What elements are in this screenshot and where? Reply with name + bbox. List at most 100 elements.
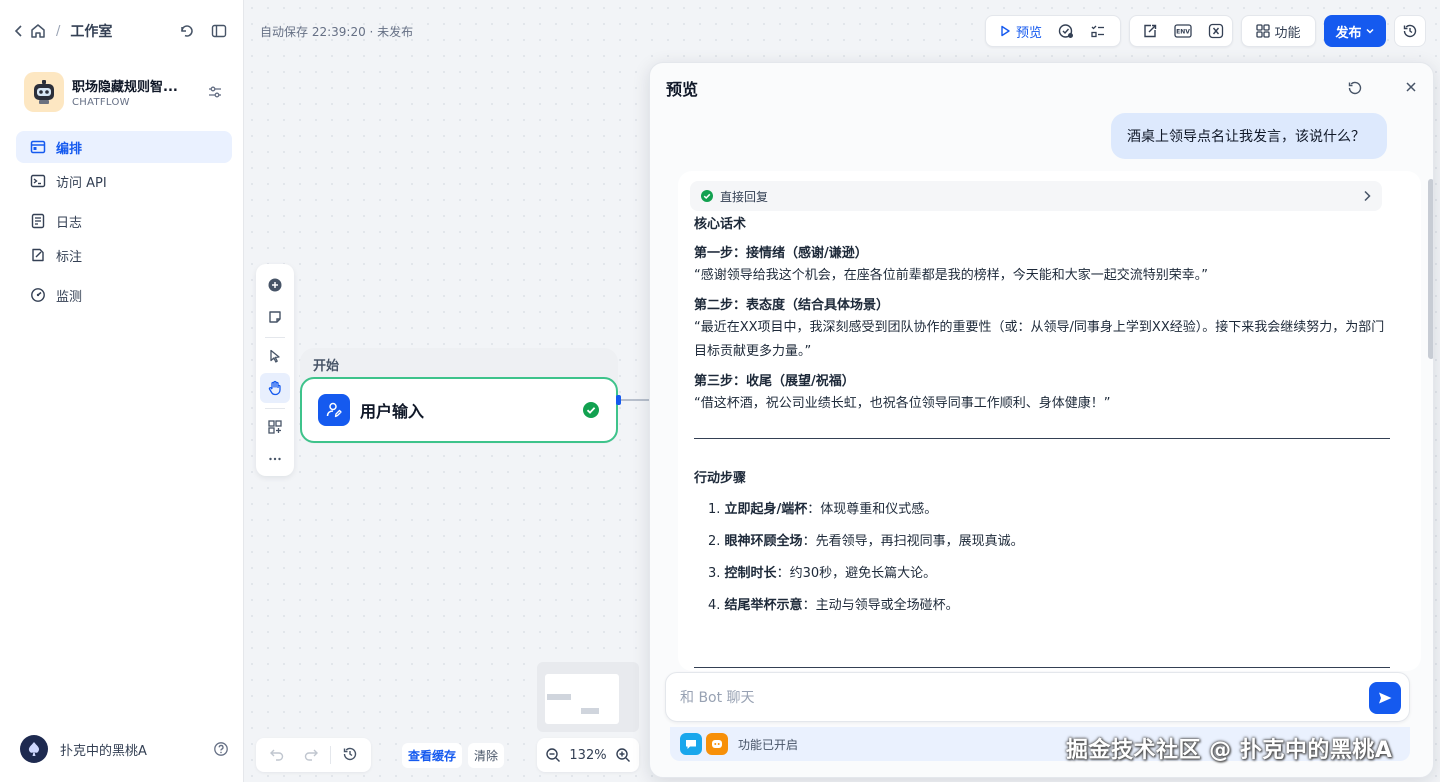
env-icon: ENV (1174, 23, 1192, 39)
step-quote: “感谢领导给我这个机会，在座各位前辈都是我的榜样，今天能和大家一起交流特别荣幸。… (694, 268, 1208, 283)
chevron-down-icon (1365, 26, 1375, 36)
feature-bot-icon (706, 733, 728, 755)
add-node-button[interactable] (260, 270, 290, 300)
close-icon[interactable] (1404, 80, 1418, 94)
import-button[interactable] (1136, 18, 1164, 44)
more-button[interactable] (260, 444, 290, 474)
user-edit-icon (318, 394, 350, 426)
add-note-button[interactable] (260, 302, 290, 332)
user-profile[interactable]: 扑克中的黑桃A (20, 735, 229, 763)
user-name: 扑克中的黑桃A (60, 743, 147, 759)
sidebar-item-logs[interactable]: 日志 (16, 205, 232, 237)
gauge-icon (30, 287, 46, 303)
sidebar-toggle-icon[interactable] (211, 23, 227, 39)
list-item-text: ：主动与领导或全场碰杯。 (802, 598, 959, 613)
conversation-variable-button[interactable] (1202, 18, 1230, 44)
variables-toolbar: ENV (1129, 15, 1233, 47)
breadcrumb[interactable]: / 工作室 (14, 21, 112, 41)
sidebar-item-label: 标注 (56, 249, 83, 265)
sidebar-item-orchestrate[interactable]: 编排 (16, 131, 232, 163)
minimap-node (581, 708, 599, 714)
sidebar-item-annotations[interactable]: 标注 (16, 239, 232, 271)
chevron-right-icon[interactable] (1362, 190, 1372, 202)
app-type: CHATFLOW (72, 97, 130, 108)
undo-icon (269, 746, 285, 762)
cache-controls: 查看缓存 清除 (402, 742, 505, 768)
trace-label: 直接回复 (720, 189, 769, 204)
change-history-button[interactable] (335, 739, 365, 769)
send-icon (1377, 690, 1393, 706)
node-group-label: 开始 (313, 359, 340, 374)
organize-button[interactable] (260, 412, 290, 442)
breadcrumb-title[interactable]: 工作室 (70, 21, 112, 41)
bot-answer: 直接回复 核心话术 第一步：接情绪（感谢/谦逊） “感谢领导给我这个机会，在座各… (678, 171, 1421, 671)
play-icon (998, 24, 1012, 38)
task-list-icon (1090, 23, 1106, 39)
autosave-status: 自动保存 22:39:20 · 未发布 (260, 25, 414, 39)
list-item: 4. 结尾举杯示意：主动与领导或全场碰杯。 (708, 596, 1390, 616)
home-icon[interactable] (30, 23, 46, 39)
list-item: 3. 控制时长：约30秒，避免长篇大论。 (708, 564, 1390, 584)
features-button-label: 功能 (1274, 25, 1301, 41)
version-history-button[interactable] (1394, 15, 1426, 47)
terminal-icon (30, 173, 46, 189)
scrollbar[interactable] (1428, 179, 1433, 359)
features-enabled-text: 功能已开启 (738, 737, 799, 752)
sidebar-item-api[interactable]: 访问 API (16, 165, 232, 197)
refresh-icon[interactable] (179, 23, 195, 39)
minimap-node (547, 694, 571, 700)
list-item-text: ：体现尊重和仪式感。 (807, 502, 938, 517)
app-card[interactable]: 职场隐藏规则智... CHATFLOW (24, 72, 223, 112)
list-item-bold: 立即起身/端杯 (724, 502, 808, 517)
clear-cache-button[interactable]: 清除 (468, 742, 505, 768)
pointer-mode-button[interactable] (260, 341, 290, 371)
run-history-button[interactable] (1084, 18, 1112, 44)
redo-icon (303, 746, 319, 762)
step-title: 第二步：表态度（结合具体场景） (694, 298, 890, 313)
publish-button[interactable]: 发布 (1324, 15, 1386, 47)
check-circle-icon (700, 189, 714, 203)
user-input-node[interactable]: 用户输入 (300, 377, 618, 443)
avatar[interactable] (20, 735, 48, 763)
list-item: 2. 眼神环顾全场：先看领导，再扫视同事，展现真诚。 (708, 532, 1390, 552)
list-item-text: ：先看领导，再扫视同事，展现真诚。 (802, 534, 1024, 549)
chat-bubble-icon (680, 733, 702, 755)
divider (265, 408, 285, 409)
env-icon-label: ENV (1176, 29, 1190, 36)
zoom-out-icon[interactable] (545, 747, 561, 763)
action-list: 1. 立即起身/端杯：体现尊重和仪式感。 2. 眼神环顾全场：先看领导，再扫视同… (694, 500, 1390, 616)
redo-button[interactable] (296, 739, 326, 769)
env-button[interactable]: ENV (1168, 18, 1198, 44)
cursor-icon (267, 348, 283, 364)
layout-icon (30, 139, 46, 155)
restart-icon[interactable] (1347, 80, 1363, 96)
chevron-left-icon[interactable] (14, 25, 24, 37)
preview-title: 预览 (666, 80, 699, 99)
start-node-group[interactable]: 开始 用户输入 (300, 348, 618, 444)
settings-sliders-icon[interactable] (207, 84, 223, 100)
minimap[interactable] (537, 662, 639, 732)
step-title: 第一步：接情绪（感谢/谦逊） (694, 246, 868, 261)
checklist-button[interactable] (1052, 18, 1080, 44)
history-icon (1402, 23, 1418, 39)
divider (694, 438, 1390, 439)
sidebar-item-monitor[interactable]: 监测 (16, 279, 232, 311)
workflow-trace[interactable]: 直接回复 (690, 181, 1382, 211)
preview-button[interactable]: 预览 (992, 18, 1048, 44)
undo-button[interactable] (262, 739, 292, 769)
features-button[interactable]: 功能 (1250, 18, 1306, 44)
node-title: 用户输入 (360, 402, 425, 421)
list-number: 2. (708, 534, 721, 549)
chat-input[interactable]: 和 Bot 聊天 (665, 672, 1410, 722)
grid-icon (1256, 24, 1271, 38)
hand-mode-button[interactable] (260, 373, 290, 403)
send-button[interactable] (1369, 682, 1401, 714)
help-icon[interactable] (213, 741, 229, 757)
zoom-in-icon[interactable] (615, 747, 631, 763)
view-cache-button[interactable]: 查看缓存 (402, 742, 463, 768)
preview-panel: 预览 酒桌上领导点名让我发言，该说什么？ 直接回复 核心话术 第一步：接情绪（感… (649, 62, 1434, 778)
zoom-level[interactable]: 132% (569, 748, 606, 763)
export-box-icon (1142, 23, 1158, 39)
actions-heading: 行动步骤 (694, 471, 747, 486)
node-edge (621, 399, 651, 401)
